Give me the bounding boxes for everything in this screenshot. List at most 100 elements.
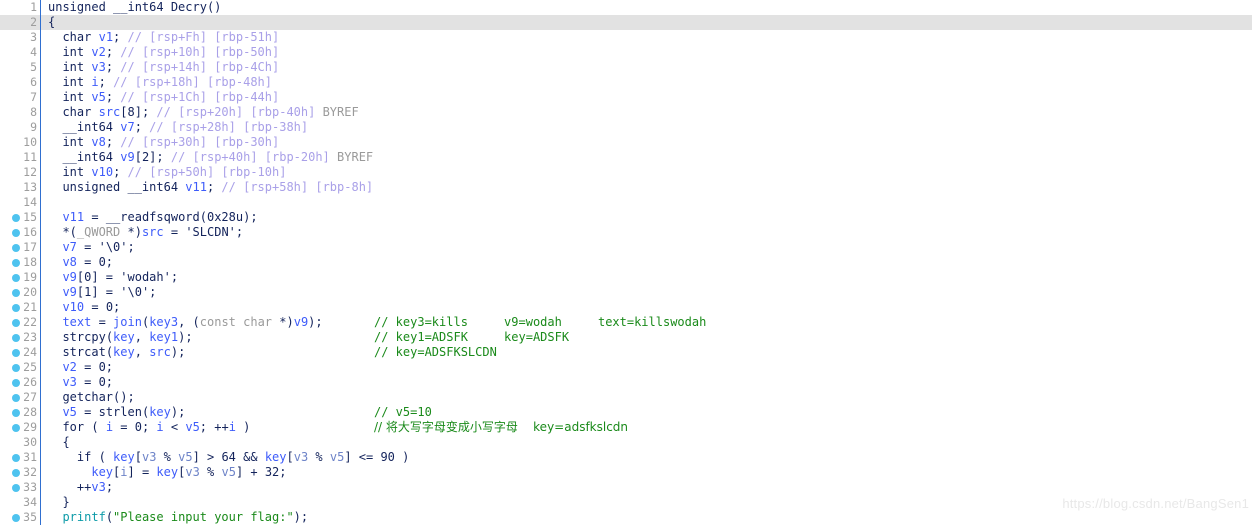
code-line[interactable]: 22 text = join(key3, (const char *)v9); /… xyxy=(0,315,1257,330)
code-line[interactable]: 2{ xyxy=(0,15,1252,30)
line-gutter[interactable]: 30 xyxy=(0,435,40,450)
breakpoint-icon[interactable] xyxy=(12,289,20,297)
code-line[interactable]: 21 v10 = 0; xyxy=(0,300,1257,315)
code-line[interactable]: 26 v3 = 0; xyxy=(0,375,1257,390)
line-gutter[interactable]: 21 xyxy=(0,300,40,315)
code-token: char xyxy=(62,105,92,119)
code-line[interactable]: 16 *(_QWORD *)src = 'SLCDN'; xyxy=(0,225,1257,240)
gutter-divider xyxy=(40,300,41,315)
code-line[interactable]: 10 int v8; // [rsp+30h] [rbp-30h] xyxy=(0,135,1257,150)
code-line[interactable]: 5 int v3; // [rsp+14h] [rbp-4Ch] xyxy=(0,60,1257,75)
code-line[interactable]: 13 unsigned __int64 v11; // [rsp+58h] [r… xyxy=(0,180,1257,195)
code-line[interactable]: 29 for ( i = 0; i < v5; ++i )// 将大写字母变成小… xyxy=(0,420,1257,435)
line-gutter[interactable]: 16 xyxy=(0,225,40,240)
breakpoint-icon[interactable] xyxy=(12,259,20,267)
line-gutter[interactable]: 6 xyxy=(0,75,40,90)
code-token: < xyxy=(163,420,186,434)
line-gutter[interactable]: 28 xyxy=(0,405,40,420)
line-gutter[interactable]: 33 xyxy=(0,480,40,495)
line-gutter[interactable]: 4 xyxy=(0,45,40,60)
line-gutter[interactable]: 32 xyxy=(0,465,40,480)
code-line[interactable]: 9 __int64 v7; // [rsp+28h] [rbp-38h] xyxy=(0,120,1257,135)
breakpoint-icon[interactable] xyxy=(12,514,20,522)
code-line[interactable]: 28 v5 = strlen(key); // v5=10 xyxy=(0,405,1257,420)
line-gutter[interactable]: 31 xyxy=(0,450,40,465)
code-line[interactable]: 6 int i; // [rsp+18h] [rbp-48h] xyxy=(0,75,1257,90)
breakpoint-icon[interactable] xyxy=(12,349,20,357)
code-line[interactable]: 25 v2 = 0; xyxy=(0,360,1257,375)
breakpoint-icon[interactable] xyxy=(12,394,20,402)
code-token: join xyxy=(113,315,142,329)
code-text: v5 = strlen(key); xyxy=(48,405,185,420)
code-line[interactable]: 3 char v1; // [rsp+Fh] [rbp-51h] xyxy=(0,30,1257,45)
gutter-divider xyxy=(40,135,41,150)
line-gutter[interactable]: 15 xyxy=(0,210,40,225)
code-line[interactable]: 4 int v2; // [rsp+10h] [rbp-50h] xyxy=(0,45,1257,60)
code-token: ); xyxy=(178,330,193,344)
code-editor[interactable]: 1 unsigned __int64 Decry() 2{3 char v1; //… xyxy=(0,0,1257,525)
code-token: v2 xyxy=(91,45,106,59)
line-gutter[interactable]: 9 xyxy=(0,120,40,135)
breakpoint-icon[interactable] xyxy=(12,304,20,312)
code-line[interactable]: 11 __int64 v9[2]; // [rsp+40h] [rbp-20h]… xyxy=(0,150,1257,165)
code-line[interactable]: 14 xyxy=(0,195,1257,210)
code-line[interactable]: 1 unsigned __int64 Decry() xyxy=(0,0,1257,15)
line-gutter[interactable]: 18 xyxy=(0,255,40,270)
breakpoint-icon[interactable] xyxy=(12,334,20,342)
line-gutter[interactable]: 13 xyxy=(0,180,40,195)
code-line[interactable]: 7 int v5; // [rsp+1Ch] [rbp-44h] xyxy=(0,90,1257,105)
code-token: Decry xyxy=(170,0,207,14)
breakpoint-icon[interactable] xyxy=(12,364,20,372)
breakpoint-icon[interactable] xyxy=(12,469,20,477)
line-gutter[interactable]: 8 xyxy=(0,105,40,120)
code-line[interactable]: 23 strcpy(key, key1); // key1=ADSFK key=A… xyxy=(0,330,1257,345)
line-gutter[interactable]: 20 xyxy=(0,285,40,300)
breakpoint-icon[interactable] xyxy=(12,484,20,492)
breakpoint-icon[interactable] xyxy=(12,244,20,252)
code-line[interactable]: 30 { xyxy=(0,435,1257,450)
breakpoint-icon[interactable] xyxy=(12,409,20,417)
code-line[interactable]: 24 strcat(key, src); // key=ADSFKSLCDN xyxy=(0,345,1257,360)
code-line[interactable]: 19 v9[0] = 'wodah'; xyxy=(0,270,1257,285)
line-gutter[interactable]: 10 xyxy=(0,135,40,150)
line-gutter[interactable]: 24 xyxy=(0,345,40,360)
line-gutter[interactable]: 34 xyxy=(0,495,40,510)
line-gutter[interactable]: 2 xyxy=(0,15,40,30)
breakpoint-icon[interactable] xyxy=(12,379,20,387)
line-gutter[interactable]: 7 xyxy=(0,90,40,105)
code-text: if ( key[v3 % v5] > 64 && key[v3 % v5] <… xyxy=(48,450,409,465)
breakpoint-icon[interactable] xyxy=(12,229,20,237)
code-line[interactable]: 31 if ( key[v3 % v5] > 64 && key[v3 % v5… xyxy=(0,450,1257,465)
trailing-comment: // key3=kills v9=wodah text=killswodah xyxy=(374,315,707,329)
code-line[interactable]: 27 getchar(); xyxy=(0,390,1257,405)
line-gutter[interactable]: 19 xyxy=(0,270,40,285)
line-gutter[interactable]: 27 xyxy=(0,390,40,405)
line-gutter[interactable]: 14 xyxy=(0,195,40,210)
line-gutter[interactable]: 11 xyxy=(0,150,40,165)
line-gutter[interactable]: 23 xyxy=(0,330,40,345)
breakpoint-icon[interactable] xyxy=(12,214,20,222)
code-line[interactable]: 12 int v10; // [rsp+50h] [rbp-10h] xyxy=(0,165,1257,180)
line-gutter[interactable]: 29 xyxy=(0,420,40,435)
breakpoint-icon[interactable] xyxy=(12,274,20,282)
code-line[interactable]: 20 v9[1] = '\0'; xyxy=(0,285,1257,300)
trailing-comment: // v5=10 xyxy=(374,405,432,419)
line-gutter[interactable]: 22 xyxy=(0,315,40,330)
code-line[interactable]: 15 v11 = __readfsqword(0x28u); xyxy=(0,210,1257,225)
line-gutter[interactable]: 5 xyxy=(0,60,40,75)
breakpoint-icon[interactable] xyxy=(12,454,20,462)
code-line[interactable]: 18 v8 = 0; xyxy=(0,255,1257,270)
code-line[interactable]: 17 v7 = '\0'; xyxy=(0,240,1257,255)
code-line[interactable]: 8 char src[8]; // [rsp+20h] [rbp-40h] BY… xyxy=(0,105,1257,120)
line-gutter[interactable]: 26 xyxy=(0,375,40,390)
breakpoint-icon[interactable] xyxy=(12,424,20,432)
code-line[interactable]: 32 key[i] = key[v3 % v5] + 32; xyxy=(0,465,1257,480)
line-gutter[interactable]: 12 xyxy=(0,165,40,180)
code-line[interactable]: 33 ++v3; xyxy=(0,480,1257,495)
line-gutter[interactable]: 3 xyxy=(0,30,40,45)
line-number: 28 xyxy=(23,405,37,419)
line-gutter[interactable]: 1 xyxy=(0,0,40,15)
line-gutter[interactable]: 17 xyxy=(0,240,40,255)
line-gutter[interactable]: 25 xyxy=(0,360,40,375)
breakpoint-icon[interactable] xyxy=(12,319,20,327)
